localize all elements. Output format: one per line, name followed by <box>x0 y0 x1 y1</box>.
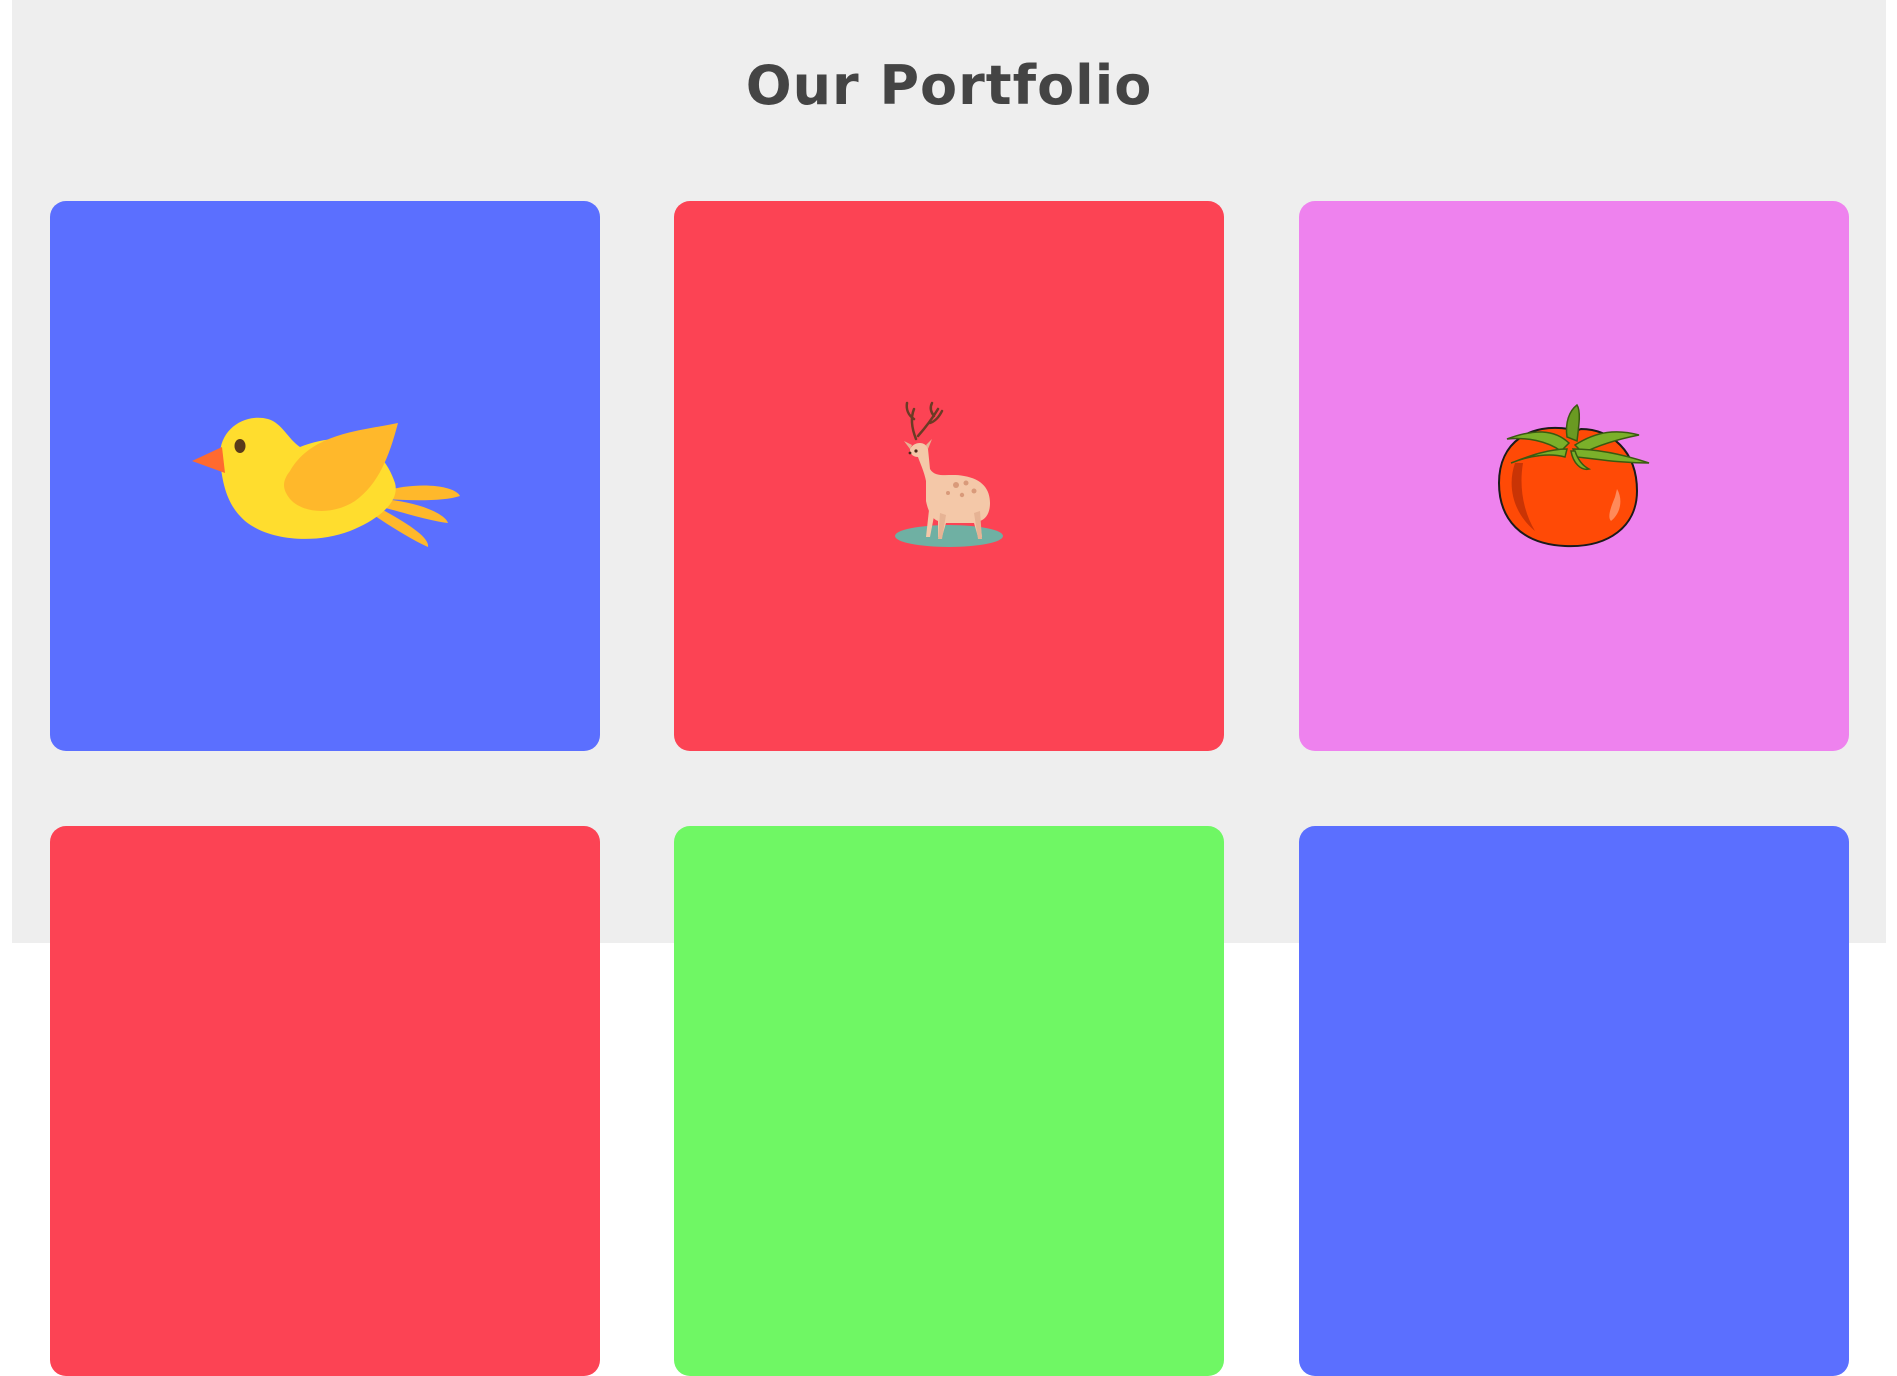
portfolio-card-tomato[interactable] <box>1299 201 1849 751</box>
portfolio-section: Our Portfolio <box>12 0 1886 1376</box>
portfolio-card-bird[interactable] <box>50 201 600 751</box>
bird-icon <box>192 417 460 547</box>
portfolio-card-5[interactable] <box>674 826 1224 1376</box>
page-title: Our Portfolio <box>745 54 1153 117</box>
deer-icon <box>895 401 1003 547</box>
portfolio-card-4[interactable] <box>50 826 600 1376</box>
tomato-icon <box>1497 403 1650 548</box>
portfolio-card-6[interactable] <box>1299 826 1849 1376</box>
portfolio-card-deer[interactable] <box>674 201 1224 751</box>
